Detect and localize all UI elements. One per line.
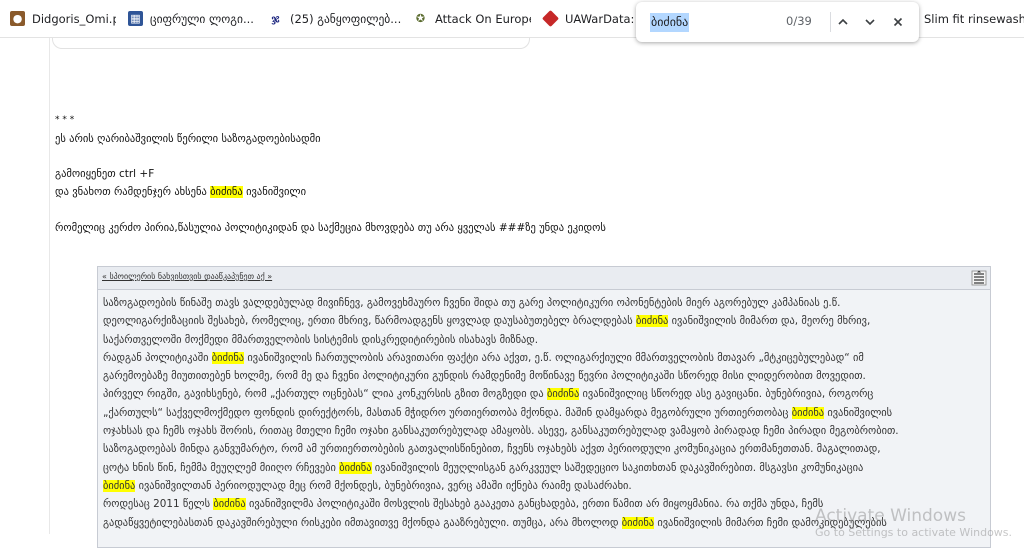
find-match-count: 0/39 [786, 14, 812, 28]
spoiler-text: გადაწყვეტილებასთან დაკავშირებული რისკები… [103, 516, 622, 529]
spoiler-line: საზოგადოებას მინდა განვუმარტო, რომ ამ ურ… [103, 440, 899, 458]
spoiler-line: საქართველოში მოქმედი მმართველობის სისტემ… [103, 331, 899, 349]
spoiler-text: ივანიშვილის ჩართულობის არავითარი ფაქტი ა… [244, 351, 864, 364]
previous-post-card [52, 38, 530, 49]
spoiler-line: როდესაც 2011 წელს ბიძინა ივანიშვილმა პოლ… [103, 495, 899, 513]
search-highlight: ბიძინა [791, 406, 825, 419]
spoiler-content: საზოგადოების წინაშე თავს ვალდებულად მივი… [103, 294, 899, 532]
spoiler-text: პირველ რიგში, გავიხსენებ, რომ „ქართულ ოც… [103, 388, 547, 401]
post-line-3-start: და ვნახოთ რამდენჯერ ახსენა [55, 186, 211, 198]
search-highlight: ბიძინა [621, 516, 655, 529]
activate-windows-subtitle: Go to Settings to activate Windows. [815, 526, 1013, 539]
spoiler-text: როდესაც 2011 წელს [103, 498, 214, 511]
format-justify-icon[interactable] [971, 270, 987, 286]
bookmark-digital-logic[interactable]: ▦ ციფრული ლოგი... [122, 0, 262, 37]
spoiler-line: დეოლიგარქიზაციის შესახებ, რომელიც, ერთი … [103, 312, 899, 330]
bookmark-label: ციფრული ლოგი... [150, 11, 254, 26]
spoiler-text: ივანიშვილის [824, 406, 893, 419]
spoiler-line: ცოტა ხნის წინ, ჩემმა მეუღლემ მიიღო რჩევე… [103, 459, 899, 477]
spoiler-text: საზოგადოებას მინდა განვუმარტო, რომ ამ ურ… [103, 443, 881, 456]
find-close-button[interactable] [888, 12, 908, 32]
attack-on-europe-icon: ✪ [415, 12, 426, 25]
spoiler-text: ცოტა ხნის წინ, ჩემმა მეუღლემ მიიღო რჩევე… [103, 461, 340, 474]
spoiler-text: „ქართულს“ საქველმოქმედო ფონდის დირექტორს… [103, 406, 792, 419]
post-line-4: რომელიც კერძო პირია,წასულია პოლიტიკიდან … [55, 222, 606, 234]
bookmark-slim-fit[interactable]: Slim fit rinsewashed... [920, 0, 1024, 37]
spoiler-line: ოჯახსას და ჩემს ოჯახს შორის, რითაც მთელი… [103, 422, 899, 440]
activate-windows-title: Activate Windows [815, 506, 966, 526]
georgian-letter-icon: ჯ [271, 12, 280, 25]
spoiler-toggle-link[interactable]: « სპოილერის ნახვისთვის დააწკაპუნეთ აქ » [102, 272, 272, 281]
spoiler-text: დეოლიგარქიზაციის შესახებ, რომელიც, ერთი … [103, 315, 636, 328]
spoiler-text: ივანიშვილმა პოლიტიკაში მოსვლის შესახებ გ… [245, 498, 824, 511]
spoiler-line: რადგან პოლიტიკაში ბიძინა ივანიშვილის ჩარ… [103, 349, 899, 367]
uawardata-icon [542, 10, 559, 27]
spoiler-text: ივანიშვილთან პერიოდულად მეც რომ მქონდეს,… [135, 479, 632, 492]
search-highlight: ბიძინა [103, 479, 136, 492]
find-next-button[interactable] [860, 12, 880, 32]
spoiler-line: გარემოებაზე მიუთითებენ ხოლმე, რომ მე და … [103, 367, 899, 385]
spoiler-line: „ქართულს“ საქველმოქმედო ფონდის დირექტორს… [103, 404, 899, 422]
snail-icon: ● [10, 11, 25, 26]
spoiler-text: ივანიშვილის მეუღლისგან გარკვეულ საშედეცი… [371, 461, 864, 474]
search-highlight: ბიძინა [210, 186, 243, 198]
spoiler-line: პირველ რიგში, გავიხსენებ, რომ „ქართულ ოც… [103, 385, 899, 403]
search-highlight: ბიძინა [211, 351, 245, 364]
search-highlight: ბიძინა [213, 498, 246, 511]
chevron-down-icon [865, 19, 875, 26]
post-line-3: და ვნახოთ რამდენჯერ ახსენა ბიძინა ივანიშ… [55, 186, 306, 198]
search-highlight: ბიძინა [636, 315, 669, 328]
find-input[interactable]: ბიძინა [650, 13, 690, 32]
spoiler-text: რადგან პოლიტიკაში [103, 351, 212, 364]
bookmark-label: Didgoris_Omi.pdf [32, 11, 116, 26]
bookmark-label: Slim fit rinsewashed... [924, 11, 1024, 26]
spoiler-line: ბიძინა ივანიშვილთან პერიოდულად მეც რომ მ… [103, 477, 899, 495]
bookmark-label: Attack On Europe:... [435, 11, 531, 26]
search-highlight: ბიძინა [546, 388, 580, 401]
spoiler-text: გარემოებაზე მიუთითებენ ხოლმე, რომ მე და … [103, 370, 866, 383]
spoiler-line: საზოგადოების წინაშე თავს ვალდებულად მივი… [103, 294, 899, 312]
bookmark-label: (25) განყოფილებ... [290, 11, 401, 26]
spoiler-text: ოჯახსას და ჩემს ოჯახს შორის, რითაც მთელი… [103, 425, 899, 438]
post-line-2: გამოიყენეთ ctrl +F [55, 168, 155, 180]
bookmark-didgoris[interactable]: ● Didgoris_Omi.pdf [0, 0, 122, 37]
find-previous-button[interactable] [833, 12, 853, 32]
spoiler-text: საზოგადოების წინაშე თავს ვალდებულად მივი… [103, 297, 841, 309]
close-icon [893, 17, 903, 27]
post-line-3-end: ივანიშვილი [242, 186, 307, 198]
spoiler-text: ივანიშვილის მიმართ და, მეორე მხრივ, [668, 315, 871, 328]
bookmark-attack-on-europe[interactable]: ✪ Attack On Europe:... [407, 0, 537, 37]
chevron-up-icon [838, 18, 848, 25]
document-icon: ▦ [128, 11, 143, 26]
search-highlight: ბიძინა [339, 461, 372, 474]
spoiler-header: « სპოილერის ნახვისთვის დააწკაპუნეთ აქ » [98, 267, 990, 290]
bookmark-section[interactable]: ჯ (25) განყოფილებ... [262, 0, 407, 37]
post-separator: * * * [55, 115, 75, 125]
post-line-1: ეს არის ღარიბაშვილის წერილი საზოგადოების… [55, 133, 321, 145]
find-bar: ბიძინა 0/39 [636, 2, 919, 42]
spoiler-text: საქართველოში მოქმედი მმართველობის სისტემ… [103, 333, 539, 346]
content-left-border [49, 38, 50, 534]
spoiler-line: გადაწყვეტილებასთან დაკავშირებული რისკები… [103, 514, 899, 532]
spoiler-text: ივანიშვილიც სწორედ ასე გავიცანი. ბუნებრი… [579, 388, 874, 401]
find-divider [830, 12, 831, 32]
